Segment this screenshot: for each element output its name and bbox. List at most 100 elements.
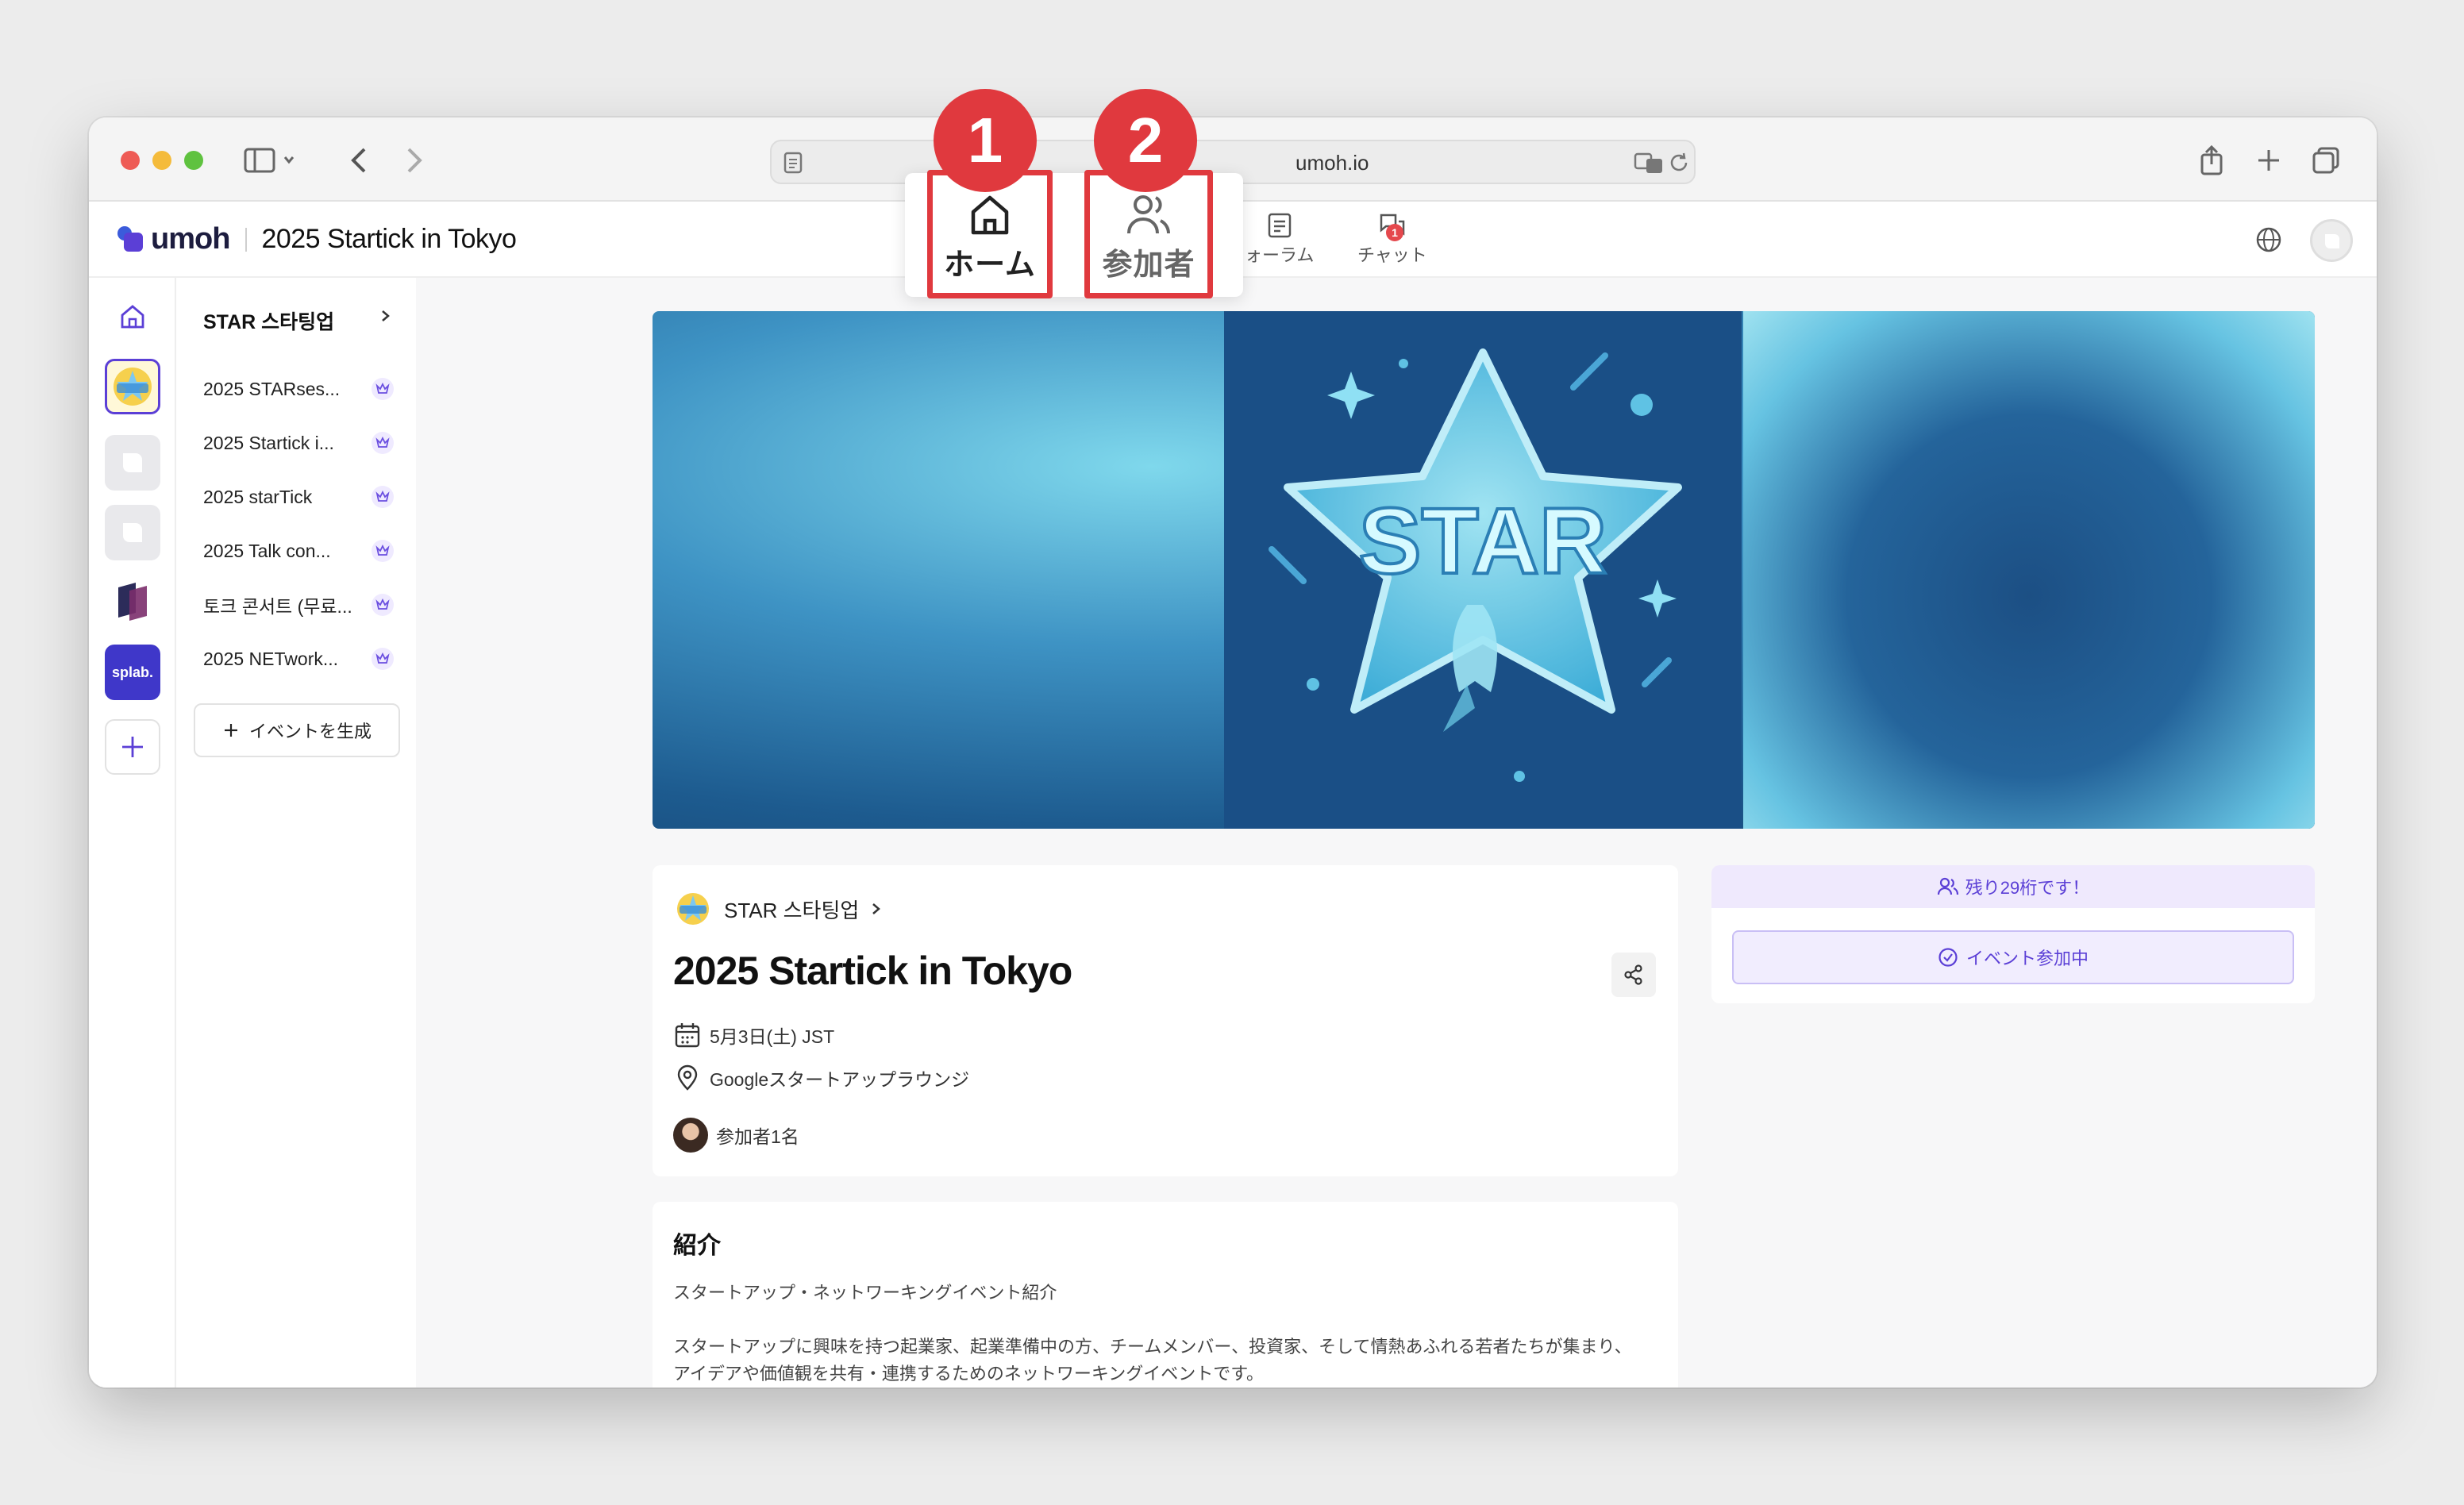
translate-icon[interactable] bbox=[1634, 151, 1665, 179]
language-globe-icon[interactable] bbox=[2254, 225, 2283, 258]
back-icon[interactable] bbox=[340, 141, 378, 179]
event-info-card: STAR 스타팅업 2025 Startick in Tokyo 5月3日(土)… bbox=[653, 865, 1678, 1176]
sidebar-space-name: STAR 스타팅업 bbox=[203, 311, 335, 333]
callout-number-2: 2 bbox=[1094, 89, 1197, 192]
check-circle-icon bbox=[1938, 948, 1958, 967]
sidebar-event-list: 2025 STARses... 2025 Startick i... 2025 … bbox=[203, 362, 394, 686]
event-location: Googleスタートアップラウンジ bbox=[710, 1069, 970, 1090]
rail-add-space[interactable] bbox=[105, 719, 160, 775]
reload-icon[interactable] bbox=[1667, 151, 1691, 179]
location-pin-icon bbox=[673, 1064, 702, 1092]
organizer-name: STAR 스타팅업 bbox=[724, 898, 860, 922]
close-window-button[interactable] bbox=[121, 151, 140, 170]
join-event-button[interactable]: イベント参加中 bbox=[1732, 930, 2294, 984]
calendar-icon bbox=[673, 1021, 702, 1049]
minimize-window-button[interactable] bbox=[152, 151, 171, 170]
app-logo[interactable]: umoh 2025 Startick in Tokyo bbox=[117, 222, 517, 256]
star-space-logo-icon bbox=[677, 893, 709, 925]
people-icon bbox=[1937, 877, 1958, 895]
sidebar-toggle-icon[interactable] bbox=[240, 141, 303, 179]
intro-heading: 紹介 bbox=[673, 1233, 721, 1259]
forum-icon bbox=[1264, 210, 1296, 241]
sidebar-event-item[interactable]: 2025 Startick i... bbox=[203, 416, 394, 470]
rail-space-3[interactable] bbox=[105, 505, 160, 560]
nav-participants-label: 参加者 bbox=[1102, 248, 1195, 282]
event-main: STAR STAR 스타팅업 2025 Startick in Tokyo 5月… bbox=[416, 278, 2377, 1388]
star-space-logo-icon bbox=[114, 368, 152, 406]
remaining-seats-banner: 残り29桁です！ bbox=[1711, 865, 2315, 908]
new-tab-icon[interactable] bbox=[2250, 141, 2288, 179]
sidebar-event-item[interactable]: 2025 STARses... bbox=[203, 362, 394, 416]
chat-badge: 1 bbox=[1386, 224, 1403, 241]
join-event-label: イベント参加中 bbox=[1965, 949, 2089, 968]
url-text: umoh.io bbox=[1296, 151, 1369, 175]
crown-icon bbox=[372, 594, 394, 616]
share-page-icon[interactable] bbox=[2193, 141, 2231, 179]
banner-star-text: STAR bbox=[1359, 489, 1607, 594]
tab-overview-icon[interactable] bbox=[2307, 141, 2345, 179]
participant-avatar bbox=[673, 1118, 708, 1153]
event-participants-row[interactable]: 参加者1名 bbox=[673, 1118, 799, 1153]
sidebar-space-header[interactable]: STAR 스타팅업 bbox=[203, 306, 394, 335]
space-logo-icon bbox=[123, 523, 142, 542]
sidebar-event-item[interactable]: 토크 콘서트 (무료... bbox=[203, 578, 394, 632]
share-event-button[interactable] bbox=[1611, 953, 1656, 997]
nav-chat[interactable]: 1 チャット bbox=[1357, 210, 1427, 267]
event-intro-card: 紹介 スタートアップ・ネットワーキングイベント紹介 スタートアップに興味を持つ起… bbox=[653, 1202, 1678, 1388]
crown-icon bbox=[372, 486, 394, 508]
header-divider bbox=[245, 227, 248, 252]
plus-icon bbox=[224, 724, 237, 737]
plus-icon bbox=[122, 737, 143, 757]
crown-icon bbox=[372, 432, 394, 454]
sidebar-event-item[interactable]: 2025 NETwork... bbox=[203, 632, 394, 686]
intro-subtitle: スタートアップ・ネットワーキングイベント紹介 bbox=[673, 1283, 1057, 1303]
registration-card: 残り29桁です！ イベント参加中 bbox=[1711, 865, 2315, 1003]
event-banner-image: STAR bbox=[1224, 311, 1742, 829]
space-rail: splab. bbox=[89, 278, 176, 1388]
create-event-button[interactable]: イベントを生成 bbox=[194, 703, 400, 757]
sidebar-event-item[interactable]: 2025 Talk con... bbox=[203, 524, 394, 578]
space-logo-icon bbox=[123, 453, 142, 472]
splab-logo-text: splab. bbox=[111, 664, 153, 680]
participants-icon bbox=[1127, 195, 1170, 234]
reader-icon[interactable] bbox=[783, 151, 803, 179]
rail-space-2[interactable] bbox=[105, 435, 160, 491]
chevron-right-icon bbox=[382, 310, 390, 321]
rail-space-star[interactable] bbox=[105, 359, 160, 414]
crown-icon bbox=[372, 540, 394, 562]
header-event-title: 2025 Startick in Tokyo bbox=[261, 224, 517, 254]
forward-icon[interactable] bbox=[395, 141, 433, 179]
space-logo-icon bbox=[118, 583, 147, 621]
home-icon bbox=[121, 305, 144, 329]
rail-space-splab[interactable]: splab. bbox=[105, 645, 160, 700]
event-title: 2025 Startick in Tokyo bbox=[673, 949, 1072, 993]
chevron-right-icon bbox=[872, 903, 881, 914]
nav-chat-label: チャット bbox=[1357, 245, 1427, 265]
home-icon bbox=[971, 195, 1009, 235]
umoh-logo-icon bbox=[117, 225, 144, 253]
event-date-row: 5月3日(土) JST bbox=[673, 1021, 834, 1049]
user-avatar[interactable] bbox=[2310, 219, 2353, 262]
intro-body-line2: アイデアや価値観を共有・連携するためのネットワーキングイベントです。 bbox=[673, 1364, 1265, 1384]
intro-body-line1: スタートアップに興味を持つ起業家、起業準備中の方、チームメンバー、投資家、そして… bbox=[673, 1337, 1632, 1357]
crown-icon bbox=[372, 648, 394, 670]
crown-icon bbox=[372, 378, 394, 400]
callout-number-1: 1 bbox=[934, 89, 1037, 192]
rail-home[interactable] bbox=[105, 289, 160, 344]
rail-space-4[interactable] bbox=[105, 575, 160, 630]
event-location-row[interactable]: Googleスタートアップラウンジ bbox=[673, 1064, 969, 1092]
maximize-window-button[interactable] bbox=[184, 151, 203, 170]
nav-home-label: ホーム bbox=[944, 248, 1036, 282]
nav-forum-label: ォーラム bbox=[1245, 245, 1315, 265]
participants-count: 参加者1名 bbox=[716, 1126, 799, 1147]
share-icon bbox=[1624, 964, 1642, 985]
browser-window: umoh.io umoh 2025 Startick in Tokyo ォーラム… bbox=[89, 117, 2377, 1388]
event-sidebar: STAR 스타팅업 2025 STARses... 2025 Startick … bbox=[178, 278, 416, 1388]
organizer-link[interactable]: STAR 스타팅업 bbox=[673, 889, 884, 929]
remaining-seats-text: 残り29桁です！ bbox=[1965, 878, 2090, 898]
sidebar-event-item[interactable]: 2025 starTick bbox=[203, 470, 394, 524]
event-date: 5月3日(土) JST bbox=[710, 1026, 835, 1047]
create-event-label: イベントを生成 bbox=[248, 722, 372, 741]
nav-forum[interactable]: ォーラム bbox=[1245, 210, 1314, 267]
logo-text: umoh bbox=[151, 222, 230, 256]
